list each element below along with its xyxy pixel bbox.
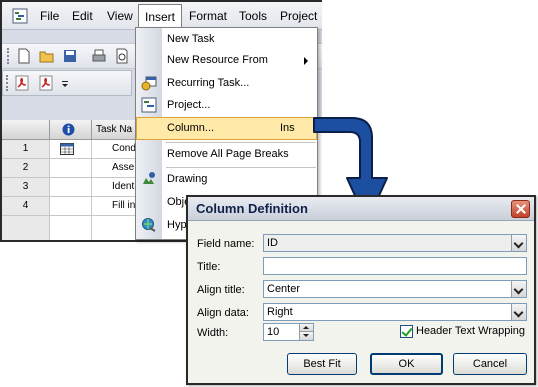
row-number[interactable]: 2	[2, 159, 50, 178]
menu-format[interactable]: Format	[189, 9, 227, 23]
indicator-cell	[50, 159, 92, 178]
align-data-select[interactable]: Right	[263, 303, 527, 321]
menu-item-label: New Resource From	[167, 54, 268, 66]
menu-item-remove-all-page-breaks[interactable]: Remove All Page Breaks	[136, 143, 317, 166]
spin-up-icon[interactable]	[299, 324, 313, 332]
submenu-arrow-icon	[304, 57, 308, 65]
header-text-wrapping-label: Header Text Wrapping	[416, 325, 526, 337]
grid-corner-header[interactable]	[2, 120, 50, 140]
align-title-label: Align title:	[197, 284, 245, 296]
task-name-cell[interactable]: Fill in	[92, 197, 140, 216]
task-name-cell[interactable]	[92, 216, 140, 240]
menu-insert[interactable]: Insert	[138, 4, 183, 29]
indicator-cell	[50, 197, 92, 216]
recurring-task-icon	[141, 76, 157, 91]
menu-item-new-resource-from[interactable]: New Resource From	[136, 49, 317, 72]
dialog-title-bar[interactable]: Column Definition	[188, 197, 534, 221]
menu-item-label: Recurring Task...	[167, 77, 250, 89]
drawing-icon	[143, 172, 155, 184]
menu-item-label: New Task	[167, 33, 215, 45]
menu-item-label: Project...	[167, 99, 211, 111]
indicator-cell	[50, 178, 92, 197]
field-name-value: ID	[267, 237, 278, 249]
menu-tools[interactable]: Tools	[239, 9, 267, 23]
menu-edit[interactable]: Edit	[72, 9, 93, 23]
project-icon	[141, 97, 157, 113]
column-definition-dialog: Column Definition Field name: ID Title: …	[186, 195, 536, 385]
header-text-wrapping-checkbox[interactable]	[400, 325, 413, 338]
row-number[interactable]: 3	[2, 178, 50, 197]
menu-item-label: Column...	[167, 122, 215, 134]
menu-view[interactable]: View	[107, 9, 133, 23]
save-icon[interactable]	[62, 48, 78, 64]
calendar-icon	[60, 143, 74, 155]
align-data-label: Align data:	[197, 307, 249, 319]
chevron-down-icon[interactable]	[60, 75, 70, 91]
chevron-down-icon[interactable]	[511, 304, 526, 320]
print-preview-icon[interactable]	[114, 48, 130, 64]
field-name-select[interactable]: ID	[263, 234, 527, 252]
project-app-icon	[12, 8, 28, 24]
cancel-button[interactable]: Cancel	[453, 353, 527, 375]
info-icon	[62, 123, 75, 136]
close-button[interactable]	[511, 200, 530, 218]
pdf-icon[interactable]	[38, 75, 54, 91]
width-stepper[interactable]: 10	[263, 323, 314, 341]
menu-bar: File Edit View Insert Format Tools Proje…	[2, 2, 322, 30]
menu-item-shortcut: Ins	[280, 122, 295, 134]
dialog-title: Column Definition	[196, 201, 308, 216]
row-number[interactable]	[2, 216, 50, 240]
print-icon[interactable]	[91, 48, 107, 64]
title-input[interactable]	[263, 257, 527, 275]
menu-item-recurring-task[interactable]: Recurring Task...	[136, 72, 317, 95]
new-document-icon[interactable]	[16, 48, 32, 64]
indicator-cell	[50, 216, 92, 240]
task-name-cell[interactable]: Asse	[92, 159, 140, 178]
task-name-cell[interactable]: Ident	[92, 178, 140, 197]
menu-item-column[interactable]: Column... Ins	[136, 117, 317, 140]
menu-item-project[interactable]: Project...	[136, 94, 317, 117]
menu-file[interactable]: File	[40, 9, 59, 23]
title-label: Title:	[197, 261, 221, 273]
task-name-cell[interactable]: Cond	[92, 140, 140, 159]
menu-item-new-task[interactable]: New Task	[136, 28, 317, 51]
open-folder-icon[interactable]	[39, 48, 55, 64]
pdf-toolbar	[2, 70, 132, 96]
chevron-down-icon[interactable]	[511, 281, 526, 297]
chevron-down-icon[interactable]	[511, 235, 526, 251]
width-value: 10	[267, 326, 280, 338]
best-fit-button[interactable]: Best Fit	[287, 353, 357, 375]
menu-project[interactable]: Project	[280, 9, 317, 23]
indicator-cell	[50, 140, 92, 159]
row-number[interactable]: 4	[2, 197, 50, 216]
task-name-header-label: Task Na	[96, 124, 133, 135]
hyperlink-icon	[142, 218, 156, 232]
menu-item-label: Hyp	[167, 219, 187, 231]
pdf-icon[interactable]	[14, 75, 30, 91]
field-name-label: Field name:	[197, 238, 255, 250]
row-number[interactable]: 1	[2, 140, 50, 159]
width-label: Width:	[197, 327, 229, 339]
menu-item-label: Drawing	[167, 173, 208, 185]
info-column-header[interactable]	[50, 120, 92, 140]
align-title-value: Center	[267, 283, 301, 295]
align-title-select[interactable]: Center	[263, 280, 527, 298]
toolbar-grip[interactable]	[7, 48, 10, 64]
toolbar-grip[interactable]	[6, 75, 9, 91]
align-data-value: Right	[267, 306, 293, 318]
spin-down-icon[interactable]	[299, 332, 313, 340]
ok-button[interactable]: OK	[370, 353, 443, 375]
menu-item-drawing[interactable]: Drawing	[136, 168, 317, 191]
menu-item-label: Remove All Page Breaks	[167, 148, 289, 160]
